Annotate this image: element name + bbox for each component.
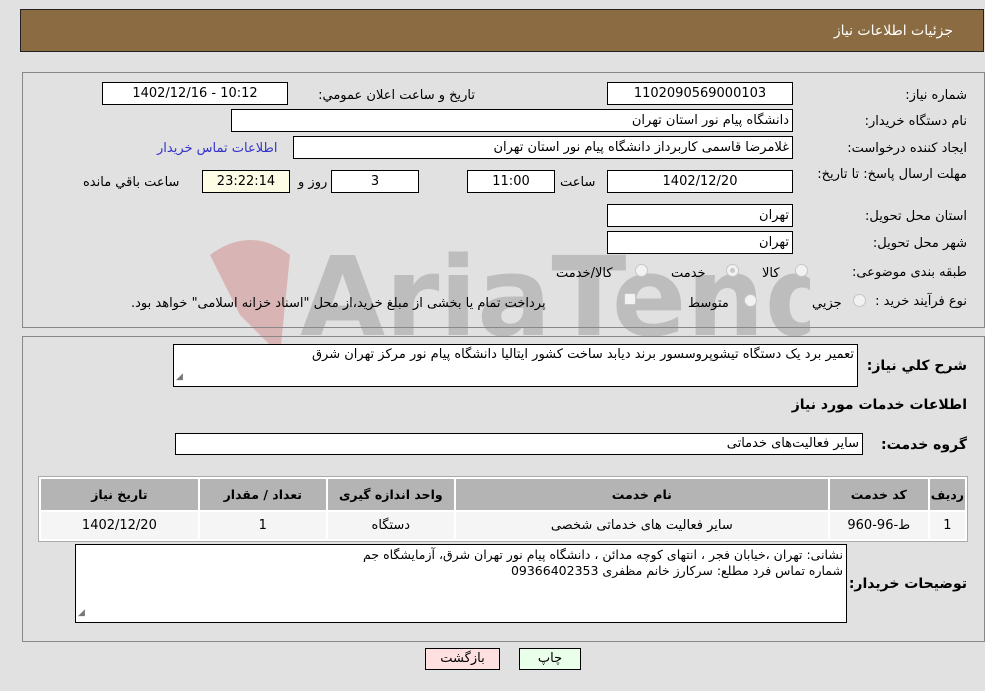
category-label: طبقه بندی موضوعی:: [851, 265, 967, 280]
process-small-label: جزيي: [812, 296, 842, 311]
page-title: جزئیات اطلاعات نیاز: [833, 23, 953, 39]
process-medium-radio[interactable]: [744, 294, 757, 307]
print-button[interactable]: چاپ: [519, 648, 581, 670]
resize-grip-icon[interactable]: ◢: [78, 605, 85, 621]
page-header: جزئیات اطلاعات نیاز: [20, 9, 984, 52]
cell-service-name: سایر فعالیت های خدماتی شخصی: [455, 512, 828, 539]
deadline-time-field: 11:00: [467, 170, 555, 193]
category-goods-label: کالا: [762, 266, 780, 281]
deadline-label: مهلت ارسال پاسخ: تا تاریخ:: [817, 167, 967, 182]
remaining-label: ساعت باقي مانده: [83, 175, 180, 190]
cell-quantity: 1: [199, 512, 326, 539]
col-quantity: تعداد / مقدار: [199, 479, 326, 510]
process-type-label: نوع فرآیند خرید :: [875, 294, 967, 309]
services-heading: اطلاعات خدمات مورد نیاز: [791, 397, 967, 413]
treasury-checkbox[interactable]: [624, 293, 636, 305]
buyer-contact-link[interactable]: اطلاعات تماس خریدار: [157, 141, 277, 156]
province-field: تهران: [607, 204, 793, 227]
col-need-date: تاریخ نیاز: [41, 479, 198, 510]
creator-label: ایجاد کننده درخواست:: [847, 141, 967, 156]
buyer-notes-label: توضیحات خریدار:: [848, 576, 967, 592]
treasury-note: پرداخت تمام یا بخشی از مبلغ خرید،از محل …: [131, 296, 546, 311]
service-group-field: سایر فعالیت‌های خدماتی: [175, 433, 863, 455]
announce-label: تاریخ و ساعت اعلان عمومي:: [318, 88, 475, 103]
days-label: روز و: [298, 175, 328, 190]
process-medium-label: متوسط: [688, 296, 729, 311]
service-group-label: گروه خدمت:: [881, 437, 967, 453]
cell-need-date: 1402/12/20: [41, 512, 198, 539]
cell-row-number: 1: [929, 512, 965, 539]
category-service-radio[interactable]: [726, 264, 739, 277]
buyer-notes-line-1: نشانی: تهران ،خیابان فجر ، انتهای کوچه م…: [363, 547, 843, 562]
city-label: شهر محل تحویل:: [872, 236, 967, 251]
need-number-field: 1102090569000103: [607, 82, 793, 105]
col-row-number: ردیف: [929, 479, 965, 510]
buyer-org-field: دانشگاه پیام نور استان تهران: [231, 109, 793, 132]
category-goods-service-radio[interactable]: [635, 264, 648, 277]
process-small-radio[interactable]: [853, 294, 866, 307]
days-field: 3: [331, 170, 419, 193]
creator-field: غلامرضا قاسمی کاربرداز دانشگاه پیام نور …: [293, 136, 793, 159]
description-text: تعمیر برد یک دستگاه تیشوپروسسور برند دیا…: [311, 347, 854, 362]
cell-unit: دستگاه: [327, 512, 454, 539]
deadline-time-label: ساعت: [560, 175, 596, 190]
table-row: 1 ط-96-960 سایر فعالیت های خدماتی شخصی د…: [41, 512, 965, 539]
services-table: ردیف کد خدمت نام خدمت واحد اندازه گیری ت…: [38, 476, 968, 542]
col-service-name: نام خدمت: [455, 479, 828, 510]
col-unit: واحد اندازه گیری: [327, 479, 454, 510]
description-textarea[interactable]: تعمیر برد یک دستگاه تیشوپروسسور برند دیا…: [173, 344, 858, 387]
col-service-code: کد خدمت: [829, 479, 928, 510]
category-goods-service-label: کالا/خدمت: [556, 266, 613, 281]
buyer-org-label: نام دستگاه خریدار:: [864, 114, 967, 129]
city-field: تهران: [607, 231, 793, 254]
category-service-label: خدمت: [671, 266, 706, 281]
cell-service-code: ط-96-960: [829, 512, 928, 539]
buyer-notes-textarea[interactable]: نشانی: تهران ،خیابان فجر ، انتهای کوچه م…: [75, 544, 847, 623]
table-header-row: ردیف کد خدمت نام خدمت واحد اندازه گیری ت…: [41, 479, 965, 510]
province-label: استان محل تحویل:: [865, 209, 967, 224]
need-number-label: شماره نیاز:: [905, 88, 967, 103]
announce-datetime-field: 1402/12/16 - 10:12: [102, 82, 288, 105]
category-goods-radio[interactable]: [795, 264, 808, 277]
buyer-notes-line-2: شماره تماس فرد مطلع: سرکارز خانم مظفری 0…: [510, 563, 843, 578]
description-label: شرح کلي نياز:: [866, 358, 967, 374]
back-button[interactable]: بازگشت: [425, 648, 500, 670]
deadline-date-field: 1402/12/20: [607, 170, 793, 193]
remaining-time-field: 23:22:14: [202, 170, 290, 193]
resize-grip-icon[interactable]: ◢: [176, 369, 183, 385]
